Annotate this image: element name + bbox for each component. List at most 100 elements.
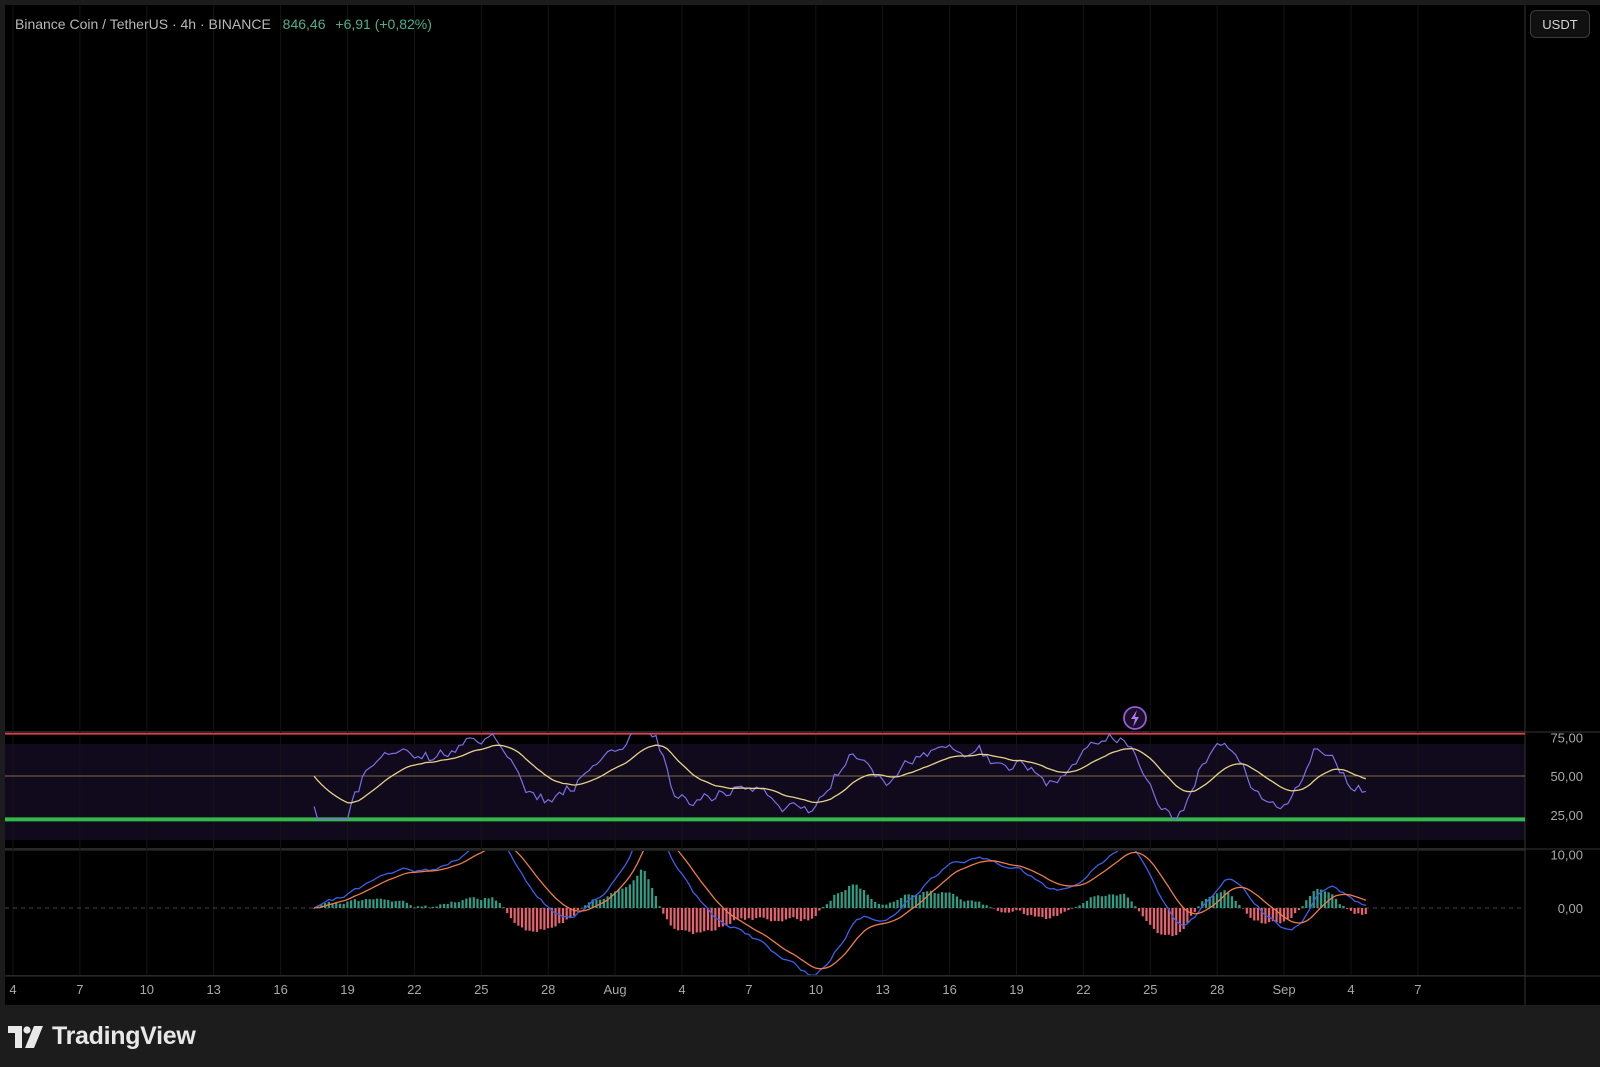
macd-histogram-bar	[1301, 906, 1304, 908]
macd-histogram-bar	[781, 908, 784, 922]
macd-histogram-bar	[888, 902, 892, 908]
macd-histogram-bar	[844, 890, 847, 908]
macd-histogram-bar	[1256, 908, 1260, 921]
separator: ·	[171, 16, 181, 32]
macd-histogram-bar	[338, 903, 342, 908]
macd-histogram-bar	[398, 900, 401, 908]
macd-histogram-bar	[446, 903, 449, 908]
macd-histogram-bar	[394, 901, 397, 908]
macd-histogram-bar	[1089, 897, 1092, 908]
interval-label[interactable]: 4h	[181, 16, 197, 32]
macd-histogram-bar	[424, 905, 427, 908]
macd-histogram-bar	[784, 908, 788, 920]
time-tick-label: 7	[1414, 982, 1421, 997]
time-tick-label: 7	[745, 982, 752, 997]
macd-histogram-bar	[1052, 908, 1055, 917]
time-tick-label: Aug	[604, 982, 627, 997]
macd-histogram-bar	[673, 908, 676, 929]
macd-histogram-bar	[1097, 895, 1100, 908]
macd-histogram-bar	[487, 898, 490, 908]
macd-histogram-bar	[807, 908, 810, 921]
macd-histogram-bar	[1360, 908, 1364, 915]
macd-histogram-bar	[628, 884, 631, 908]
macd-histogram-bar	[1019, 908, 1022, 911]
macd-histogram-bar	[796, 908, 799, 920]
macd-histogram-bar	[814, 908, 817, 917]
macd-histogram-bar	[643, 870, 646, 908]
macd-histogram-bar	[379, 898, 382, 908]
macd-histogram-bar	[520, 908, 524, 928]
macd-histogram-bar	[751, 908, 754, 920]
macd-histogram-bar	[1152, 908, 1156, 929]
macd-histogram-bar	[439, 904, 442, 908]
macd-histogram-bar	[1078, 905, 1081, 908]
macd-histogram-bar	[1253, 908, 1256, 921]
macd-pane[interactable]	[5, 851, 1525, 975]
macd-histogram-bar	[788, 908, 791, 919]
tradingview-brand[interactable]: TradingView	[8, 1022, 196, 1051]
macd-histogram-bar	[1141, 908, 1144, 917]
macd-histogram-bar	[372, 899, 375, 908]
macd-histogram-bar	[1059, 908, 1063, 914]
symbol-info[interactable]: Binance Coin / TetherUS · 4h · BINANCE 8…	[15, 16, 432, 32]
currency-button[interactable]: USDT	[1530, 10, 1590, 38]
macd-histogram-bar	[777, 908, 780, 922]
macd-histogram-bar	[402, 900, 405, 908]
macd-histogram-bar	[1104, 895, 1107, 908]
rsi-tick-label: 75,00	[1550, 730, 1583, 745]
macd-histogram-bar	[1033, 908, 1037, 917]
macd-histogram-bar	[762, 908, 765, 918]
time-tick-label: 13	[206, 982, 220, 997]
macd-histogram-bar	[428, 907, 431, 908]
macd-histogram-bar	[792, 908, 795, 918]
macd-histogram-bar	[706, 908, 710, 931]
macd-histogram-bar	[461, 900, 464, 908]
macd-histogram-bar	[1041, 908, 1044, 918]
macd-histogram-bar	[1037, 908, 1040, 917]
macd-histogram-bar	[699, 908, 702, 933]
rsi-tick-label: 50,00	[1550, 769, 1583, 784]
chart-canvas[interactable]: 4 7 10 13 16 19 22 25 28 Aug 4 7 10 13 16 19 22 25 28 Sep 4 7…	[0, 0, 1600, 1067]
macd-histogram-bar	[1108, 894, 1111, 908]
macd-histogram-bar	[703, 908, 706, 932]
macd-histogram-bar	[543, 908, 546, 930]
macd-histogram-bar	[1171, 908, 1174, 937]
macd-histogram-bar	[639, 869, 643, 908]
macd-histogram-bar	[1178, 908, 1182, 933]
macd-histogram-bar	[1223, 890, 1226, 908]
macd-histogram-bar	[450, 901, 453, 908]
macd-histogram-bar	[1126, 897, 1129, 908]
macd-histogram-bar	[870, 898, 873, 908]
macd-histogram-bar	[948, 892, 951, 908]
macd-histogram-bar	[833, 894, 836, 908]
macd-histogram-bar	[532, 908, 535, 932]
macd-histogram-bar	[580, 908, 583, 909]
macd-histogram-bar	[625, 887, 628, 908]
macd-histogram-bar	[565, 908, 568, 920]
time-tick-label: 19	[1009, 982, 1023, 997]
lightning-icon[interactable]	[1123, 706, 1147, 730]
macd-histogram-bar	[1011, 908, 1014, 912]
macd-histogram-bar	[766, 908, 769, 920]
macd-histogram-bar	[1000, 908, 1003, 913]
macd-histogram-bar	[729, 908, 732, 924]
macd-histogram-bar	[1357, 908, 1360, 914]
macd-histogram-bar	[1093, 896, 1096, 908]
macd-histogram-bar	[1123, 893, 1126, 908]
macd-histogram-bar	[513, 908, 516, 923]
chart-stage[interactable]: 4 7 10 13 16 19 22 25 28 Aug 4 7 10 13 16 19 22 25 28 Sep 4 7…	[0, 0, 1600, 1067]
macd-histogram-bar	[1197, 906, 1200, 908]
macd-histogram-bar	[963, 901, 966, 908]
macd-histogram-bar	[491, 897, 494, 908]
price-pane[interactable]	[5, 5, 1525, 731]
macd-histogram-bar	[498, 902, 501, 908]
macd-histogram-bar	[1163, 908, 1167, 935]
macd-histogram-bar	[1230, 896, 1234, 908]
time-tick-label: 4	[9, 982, 16, 997]
macd-histogram-bar	[368, 899, 371, 908]
macd-histogram-bar	[1074, 906, 1077, 908]
last-price: 846,46	[282, 16, 326, 32]
macd-histogram-bar	[528, 908, 531, 931]
macd-histogram-bar	[710, 908, 713, 931]
time-tick-label: 10	[140, 982, 154, 997]
